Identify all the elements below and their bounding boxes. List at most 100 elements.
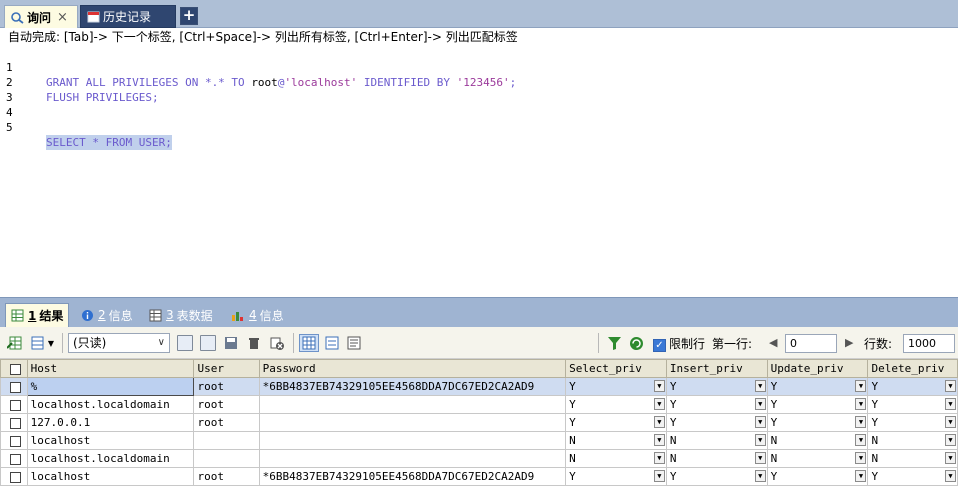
chevron-down-icon[interactable]: ▼ [653,434,665,446]
filter-button[interactable] [605,334,623,352]
cell-delete[interactable]: Y ▼ [867,413,958,432]
cell-delete[interactable]: Y ▼ [867,377,958,396]
chevron-down-icon[interactable]: ▼ [855,452,867,464]
cell-select[interactable]: N ▼ [565,449,667,468]
cell-select[interactable]: Y ▼ [565,467,667,486]
close-icon[interactable]: × [57,10,68,25]
chevron-down-icon[interactable]: ▼ [945,434,956,446]
row-checkbox[interactable] [0,395,28,414]
cell-insert[interactable]: Y ▼ [665,413,768,432]
cell-password[interactable] [258,395,567,414]
column-header-insert-priv[interactable]: Insert_priv [665,359,768,378]
chevron-down-icon[interactable]: ▼ [855,416,867,428]
cell-host[interactable]: localhost.localdomain [26,395,195,414]
cell-delete[interactable]: Y ▼ [867,467,958,486]
chevron-down-icon[interactable]: ▼ [754,398,766,410]
cell-update[interactable]: N ▼ [766,431,869,450]
cell-user[interactable]: root [193,395,260,414]
cell-user[interactable]: root [193,377,260,396]
chevron-down-icon[interactable]: ▼ [855,398,867,410]
sql-editor[interactable]: 1 GRANT ALL PRIVILEGES ON *.* TO root@'l… [0,45,958,297]
cell-host[interactable]: % [26,377,195,396]
cell-insert[interactable]: N ▼ [665,431,768,450]
cell-delete[interactable]: Y ▼ [867,395,958,414]
chevron-down-icon[interactable]: ▼ [945,416,956,428]
chevron-down-icon[interactable]: ▼ [653,452,665,464]
cell-user[interactable] [193,449,260,468]
import-dropdown-button[interactable]: ▼ [28,334,56,352]
cell-password[interactable]: *6BB4837EB74329105EE4568DDA7DC67ED2CA2AD… [258,467,567,486]
chevron-down-icon[interactable]: ▼ [754,452,766,464]
chevron-down-icon[interactable]: ▼ [653,380,665,392]
rows-count-input[interactable]: 1000 [903,334,955,353]
tab-result-3[interactable]: 3 表数据 [144,303,218,327]
cell-host[interactable]: localhost [26,467,195,486]
table-row[interactable]: % root *6BB4837EB74329105EE4568DDA7DC67ED2… [0,377,958,396]
cell-select[interactable]: Y ▼ [565,413,667,432]
chevron-down-icon[interactable]: ▼ [653,416,665,428]
result-grid[interactable]: Host User Password Select_priv Insert_pr… [0,359,958,487]
limit-rows-toggle[interactable]: ✓ 限制行 [653,335,705,352]
column-header-host[interactable]: Host [26,359,195,378]
table-row[interactable]: localhost N ▼ N ▼ N ▼ N ▼ [0,431,958,450]
export-button[interactable] [6,334,24,352]
table-row[interactable]: localhost.localdomain root Y ▼ Y ▼ Y ▼ Y ▼ [0,395,958,414]
cell-delete[interactable]: N ▼ [867,449,958,468]
tab-result-2[interactable]: 2 信息 [76,303,138,327]
tab-history[interactable]: 历史记录 [80,5,176,28]
chevron-down-icon[interactable]: ▼ [945,470,956,482]
cell-user[interactable]: root [193,413,260,432]
row-checkbox[interactable] [0,377,28,396]
table-row[interactable]: localhost.localdomain N ▼ N ▼ N ▼ N ▼ [0,449,958,468]
row-checkbox[interactable] [0,467,28,486]
chevron-down-icon[interactable]: ▼ [855,434,867,446]
cell-insert[interactable]: Y ▼ [665,395,768,414]
text-view-button[interactable] [345,334,363,352]
cell-user[interactable]: root [193,467,260,486]
refresh-button[interactable] [627,334,645,352]
delete-button[interactable] [245,334,263,352]
chevron-down-icon[interactable]: ▼ [945,452,956,464]
column-header-update-priv[interactable]: Update_priv [766,359,869,378]
tab-query[interactable]: 询问 × [4,5,78,28]
cell-select[interactable]: N ▼ [565,431,667,450]
cell-password[interactable] [258,413,567,432]
cell-host[interactable]: 127.0.0.1 [26,413,195,432]
tab-result-4[interactable]: 4 信息 [226,303,289,327]
chevron-down-icon[interactable]: ▼ [754,434,766,446]
tab-result-1[interactable]: 1 结果 [5,303,70,327]
cell-delete[interactable]: N ▼ [867,431,958,450]
cancel-button[interactable] [268,334,286,352]
cell-select[interactable]: Y ▼ [565,395,667,414]
column-header-user[interactable]: User [193,359,260,378]
form-view-button[interactable] [323,334,341,352]
save-button[interactable] [222,334,240,352]
new-tab-button[interactable]: + [180,7,198,25]
chevron-down-icon[interactable]: ▼ [653,398,665,410]
cell-host[interactable]: localhost.localdomain [26,449,195,468]
row-checkbox[interactable] [0,431,28,450]
chevron-down-icon[interactable]: ▼ [754,416,766,428]
duplicate-row-button[interactable] [199,334,217,352]
table-row[interactable]: 127.0.0.1 root Y ▼ Y ▼ Y ▼ Y ▼ [0,413,958,432]
row-checkbox[interactable] [0,449,28,468]
cell-password[interactable] [258,431,567,450]
column-header-select-priv[interactable]: Select_priv [565,359,667,378]
chevron-down-icon[interactable]: ▼ [754,470,766,482]
cell-password[interactable]: *6BB4837EB74329105EE4568DDA7DC67ED2CA2AD… [258,377,567,396]
first-row-input[interactable]: 0 [785,334,837,353]
grid-view-button[interactable] [299,334,319,352]
cell-user[interactable] [193,431,260,450]
cell-host[interactable]: localhost [26,431,195,450]
chevron-right-icon[interactable]: ▶ [845,336,853,349]
cell-update[interactable]: Y ▼ [766,467,869,486]
chevron-down-icon[interactable]: ▼ [653,470,665,482]
cell-password[interactable] [258,449,567,468]
cell-select[interactable]: Y ▼ [565,377,667,396]
cell-update[interactable]: N ▼ [766,449,869,468]
cell-insert[interactable]: Y ▼ [665,377,768,396]
insert-row-button[interactable] [176,334,194,352]
cell-update[interactable]: Y ▼ [766,413,869,432]
chevron-down-icon[interactable]: ▼ [754,380,766,392]
column-header-password[interactable]: Password [258,359,567,378]
